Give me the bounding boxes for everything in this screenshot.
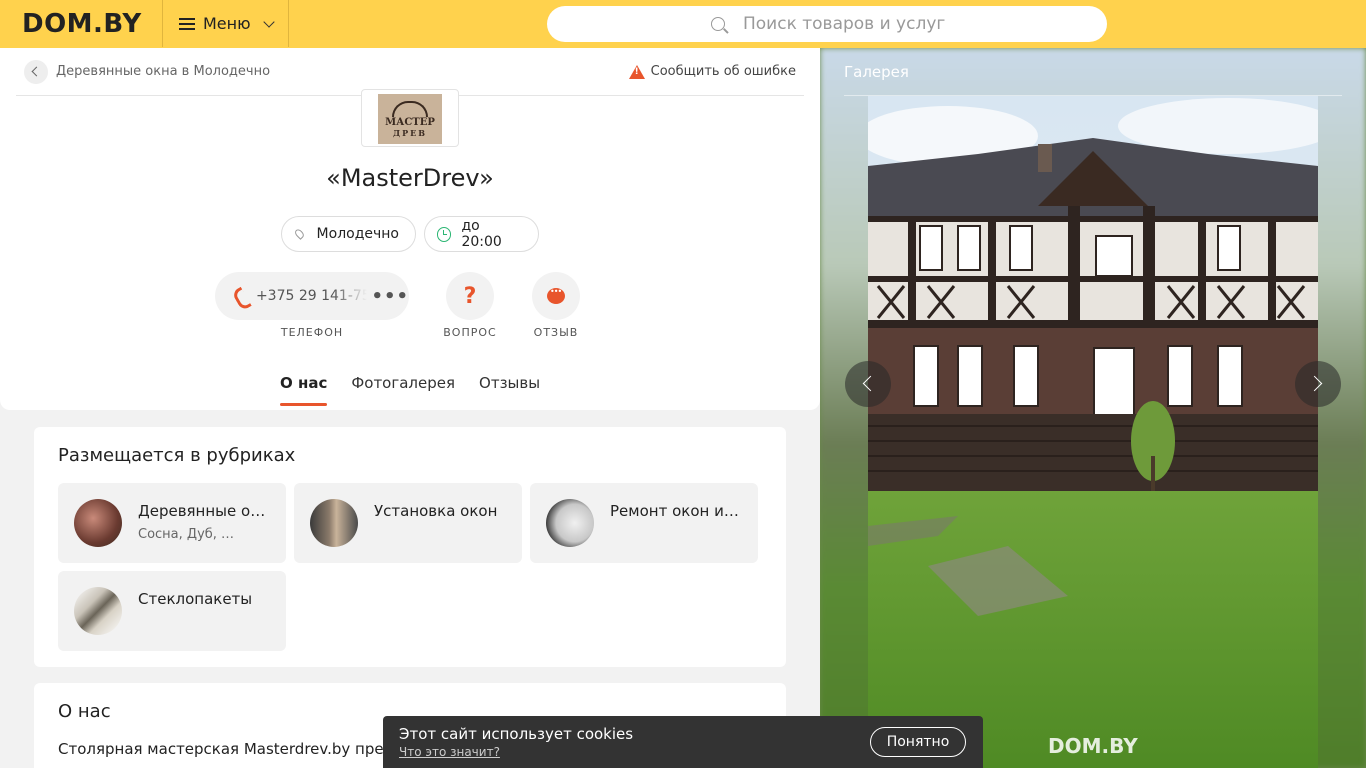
about-text: Столярная мастерская Masterdrev.by пре: [58, 740, 384, 758]
rubric-name: Стеклопакеты: [138, 590, 253, 608]
about-title: О нас: [58, 701, 111, 722]
rubric-sub: Сосна, Дуб, Лиственница: [138, 527, 238, 542]
search-input[interactable]: [743, 14, 1043, 34]
rubric-image: [310, 499, 358, 547]
hours-chip[interactable]: до 20:00: [424, 216, 539, 252]
phone-number: +375 29 141-75-: [255, 288, 368, 304]
cookie-info-link[interactable]: Что это значит?: [399, 745, 500, 759]
rubric-image: [74, 587, 122, 635]
rubric-image: [546, 499, 594, 547]
rubric-name: Установка окон: [374, 502, 498, 520]
back-arrow-icon[interactable]: [24, 60, 48, 84]
question-button[interactable]: ?: [446, 272, 494, 320]
tree-rings-icon: [392, 100, 428, 117]
gallery-title: Галерея: [844, 63, 909, 81]
cookie-banner: Этот сайт использует cookies Что это зна…: [383, 716, 983, 768]
hamburger-icon: [179, 17, 195, 30]
watermark: DOM.BY: [1048, 734, 1138, 758]
tab-reviews[interactable]: Отзывы: [479, 374, 540, 406]
phone-label: ТЕЛЕФОН: [280, 326, 344, 339]
more-dots-icon[interactable]: •••: [371, 286, 409, 307]
rubric-item-window-repair[interactable]: Ремонт окон и дверей: [530, 483, 758, 563]
location-pin-icon: [293, 228, 306, 240]
gallery-divider: [844, 95, 1342, 96]
clock-icon: [437, 226, 452, 242]
tab-about[interactable]: О нас: [280, 374, 328, 406]
rubric-item-glass-units[interactable]: Стеклопакеты: [58, 571, 286, 651]
gallery-photo[interactable]: [868, 96, 1318, 768]
rubric-item-window-install[interactable]: Установка окон: [294, 483, 522, 563]
rubric-item-wooden-windows[interactable]: Деревянные окна Сосна, Дуб, Лиственница: [58, 483, 286, 563]
chevron-down-icon: [262, 15, 275, 28]
company-card: Деревянные окна в Молодечно Сообщить об …: [0, 48, 820, 410]
cookie-accept-button[interactable]: Понятно: [870, 727, 966, 757]
rubrics-title: Размещается в рубриках: [58, 445, 296, 466]
rubric-name: Деревянные окна: [138, 502, 270, 520]
site-logo[interactable]: DOM.BY: [22, 9, 142, 39]
review-button[interactable]: [532, 272, 580, 320]
review-label: ОТЗЫВ: [533, 326, 579, 339]
logo-text-line2: ДРЕВ: [393, 127, 427, 138]
tab-photogallery[interactable]: Фотогалерея: [351, 374, 455, 406]
question-icon: ?: [463, 283, 477, 309]
gallery-panel: Галерея DOM.BY: [820, 48, 1366, 768]
cookie-text: Этот сайт использует cookies: [399, 725, 634, 743]
company-logo: МАСТЕР ДРЕВ: [361, 89, 459, 147]
question-label: ВОПРОС: [443, 326, 497, 339]
city-label: Молодечно: [316, 226, 399, 242]
report-error-label: Сообщить об ошибке: [650, 64, 796, 79]
top-header: DOM.BY Меню: [0, 0, 1366, 48]
breadcrumb[interactable]: Деревянные окна в Молодечно: [56, 64, 270, 79]
logo-text-line1: МАСТЕР: [385, 116, 435, 128]
company-tabs: О нас Фотогалерея Отзывы: [280, 374, 564, 406]
menu-label: Меню: [203, 14, 251, 33]
hours-label: до 20:00: [461, 218, 502, 250]
menu-button[interactable]: Меню: [162, 0, 289, 47]
chat-bubble-icon: [547, 287, 565, 304]
search-icon: [711, 17, 725, 31]
company-name: «MasterDrev»: [326, 164, 494, 192]
search-box[interactable]: [547, 6, 1107, 42]
report-error-link[interactable]: Сообщить об ошибке: [628, 64, 796, 79]
rubrics-card: Размещается в рубриках Деревянные окна С…: [34, 427, 786, 667]
gallery-next-button[interactable]: [1295, 361, 1341, 407]
city-chip[interactable]: Молодечно: [281, 216, 416, 252]
gallery-prev-button[interactable]: [845, 361, 891, 407]
rubric-image: [74, 499, 122, 547]
phone-icon: [233, 287, 248, 305]
warning-icon: [628, 64, 645, 79]
phone-button[interactable]: +375 29 141-75- •••: [215, 272, 409, 320]
rubric-name: Ремонт окон и дверей: [610, 502, 742, 520]
